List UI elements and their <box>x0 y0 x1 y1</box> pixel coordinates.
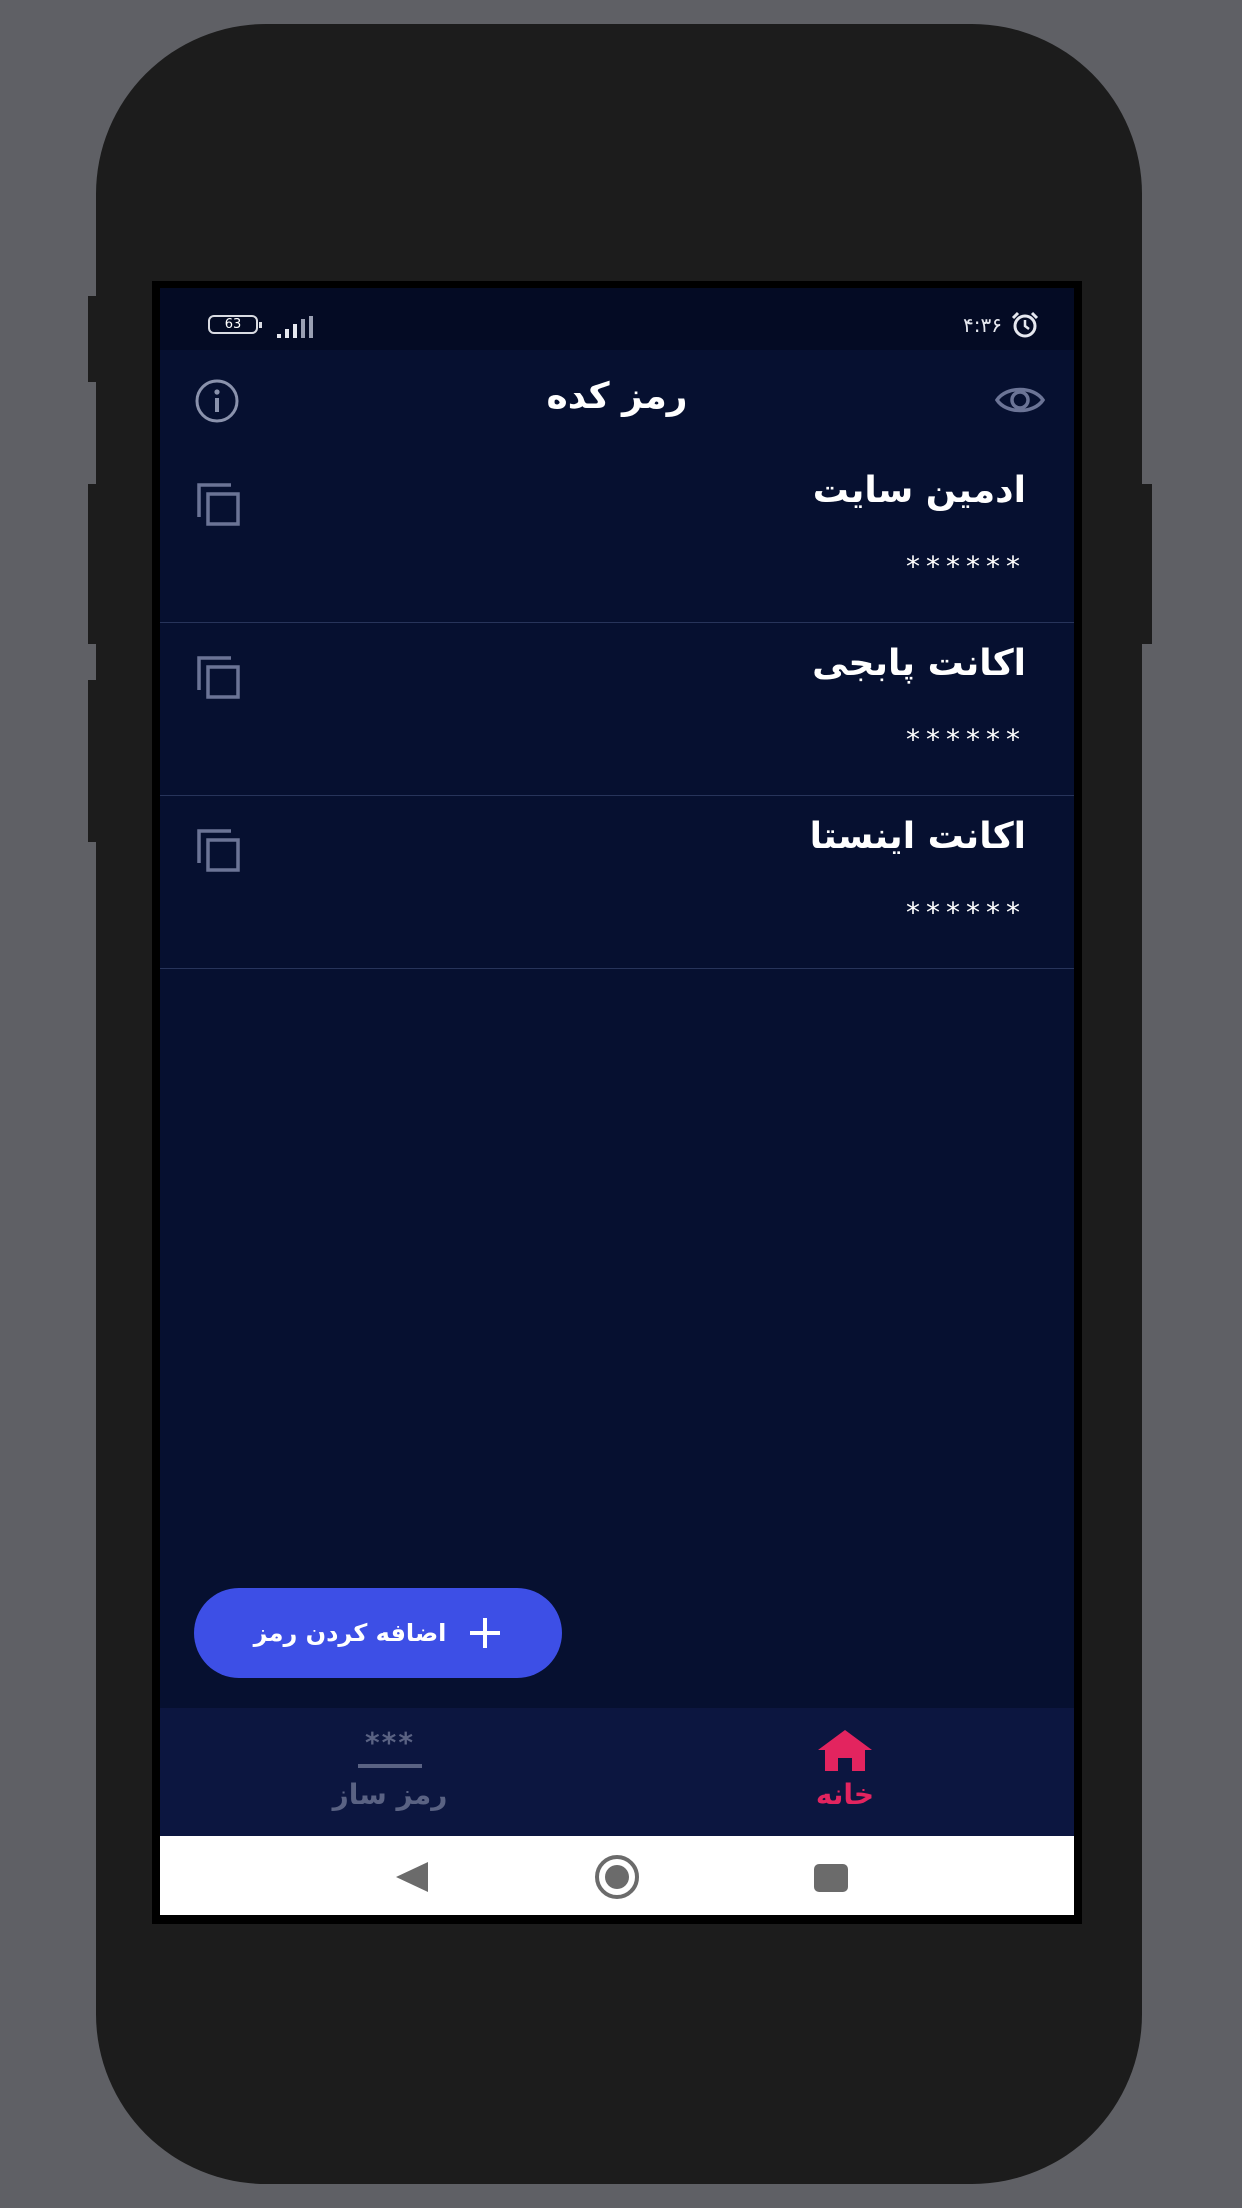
list-item[interactable]: ادمین سایت ****** <box>160 450 1074 623</box>
back-icon[interactable] <box>392 1860 432 1894</box>
list-item[interactable]: اکانت پابجی ****** <box>160 623 1074 796</box>
nav-label-password-generator: رمز ساز <box>332 1778 448 1811</box>
status-bar: 63 ۴:۳۶ <box>160 288 1074 350</box>
add-password-label: اضافه کردن رمز <box>253 1619 447 1647</box>
password-list: ادمین سایت ****** اکانت پابجی ****** اکا… <box>160 450 1074 969</box>
phone-power-button <box>1140 484 1152 644</box>
phone-side-button <box>88 484 98 644</box>
plus-icon <box>470 1618 501 1648</box>
battery-indicator: 63 <box>208 315 262 334</box>
copy-icon[interactable] <box>196 655 242 701</box>
alarm-icon <box>1011 311 1039 338</box>
system-navigation-bar <box>160 1836 1074 1915</box>
item-title: اکانت اینستا <box>809 816 1026 857</box>
phone-side-button <box>88 296 98 382</box>
phone-side-button <box>88 680 98 842</box>
item-password: ****** <box>906 896 1026 929</box>
nav-item-password-generator[interactable]: *** رمز ساز <box>290 1708 490 1836</box>
eye-icon[interactable] <box>994 380 1046 420</box>
signal-bars-icon <box>277 316 313 338</box>
add-password-button[interactable]: اضافه کردن رمز <box>194 1588 562 1678</box>
copy-icon[interactable] <box>196 482 242 528</box>
status-clock: ۴:۳۶ <box>963 310 1040 340</box>
app-screen: 63 ۴:۳۶ رمز کده ادمین سایت ****** اکانت … <box>160 288 1074 1915</box>
asterisks-icon: *** <box>365 1726 415 1759</box>
recent-apps-icon[interactable] <box>814 1864 848 1892</box>
asterisks-underline <box>358 1764 422 1768</box>
item-title: اکانت پابجی <box>812 643 1026 684</box>
item-password: ****** <box>906 723 1026 756</box>
nav-label-home: خانه <box>815 1778 875 1811</box>
copy-icon[interactable] <box>196 828 242 874</box>
item-password: ****** <box>906 550 1026 583</box>
app-bar: رمز کده <box>160 350 1074 450</box>
nav-item-home[interactable]: خانه <box>745 1708 945 1836</box>
page-title: رمز کده <box>546 376 688 417</box>
bottom-navigation: *** رمز ساز خانه <box>160 1708 1074 1836</box>
item-title: ادمین سایت <box>812 470 1026 511</box>
status-time: ۴:۳۶ <box>963 313 1002 337</box>
home-circle-icon[interactable] <box>594 1854 640 1900</box>
list-item[interactable]: اکانت اینستا ****** <box>160 796 1074 969</box>
home-icon <box>818 1730 872 1771</box>
